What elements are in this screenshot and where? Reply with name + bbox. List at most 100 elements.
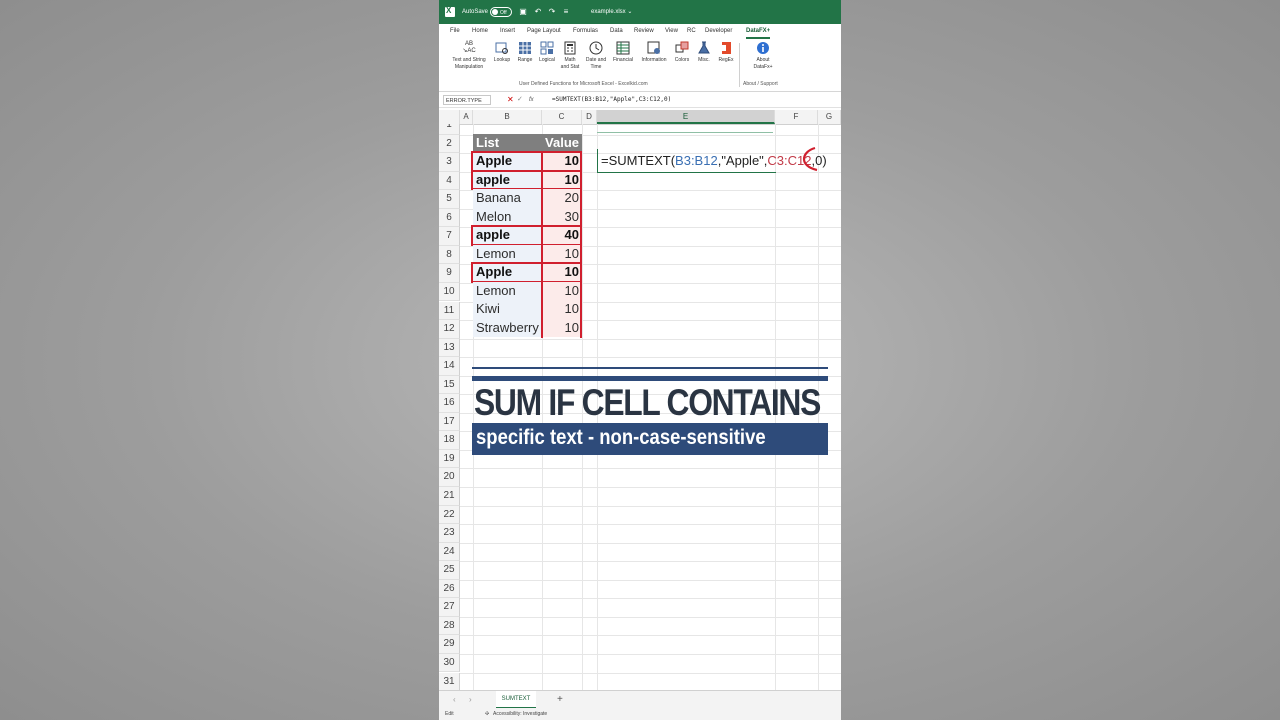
column-header-c[interactable]: C	[542, 110, 582, 124]
save-icon[interactable]: ▣	[518, 6, 528, 18]
row-header[interactable]: 31	[439, 672, 460, 690]
tab-view[interactable]: View	[665, 24, 678, 39]
table-cell-name[interactable]: Banana	[473, 189, 542, 208]
row-header[interactable]: 15	[439, 375, 460, 395]
table-cell-name[interactable]: Lemon	[473, 244, 542, 264]
customize-qat-icon[interactable]: ≡	[561, 6, 571, 18]
row-header[interactable]: 6	[439, 208, 460, 228]
colors-button[interactable]: Colors	[672, 41, 692, 64]
undo-icon[interactable]: ↶	[533, 6, 543, 18]
accessibility-icon[interactable]: ✣	[485, 708, 489, 720]
tab-home[interactable]: Home	[472, 24, 488, 39]
redo-icon[interactable]: ↷	[547, 6, 557, 18]
column-header-a[interactable]: A	[460, 110, 473, 124]
cell-edit-formula[interactable]: =SUMTEXT(B3:B12,"Apple",C3:C12,0)	[601, 153, 827, 168]
row-header[interactable]: 17	[439, 412, 460, 432]
row-header[interactable]: 1	[439, 124, 460, 135]
row-header[interactable]: 14	[439, 357, 460, 376]
tab-developer[interactable]: Developer	[705, 24, 732, 39]
table-cell-value[interactable]: 30	[542, 207, 582, 227]
lookup-button[interactable]: Lookup	[491, 41, 513, 64]
row-header[interactable]: 24	[439, 542, 460, 562]
row-header[interactable]: 27	[439, 598, 460, 617]
grid-row-line	[460, 579, 841, 581]
row-header[interactable]: 11	[439, 301, 460, 321]
row-header[interactable]: 3	[439, 153, 460, 172]
row-header[interactable]: 30	[439, 653, 460, 673]
date-and-time-button[interactable]: Date and Time	[583, 41, 609, 71]
table-cell-value[interactable]: 20	[542, 189, 582, 208]
row-header[interactable]: 4	[439, 171, 460, 191]
table-header-value[interactable]: Value	[542, 134, 582, 152]
row-header[interactable]: 20	[439, 468, 460, 487]
tab-data[interactable]: Data	[610, 24, 623, 39]
group-label-about: About / Support	[743, 81, 778, 87]
chevron-left-icon[interactable]: ‹	[453, 691, 456, 709]
row-header[interactable]: 8	[439, 245, 460, 265]
row-header[interactable]: 18	[439, 431, 460, 450]
row-header[interactable]: 10	[439, 282, 460, 302]
tab-file[interactable]: File	[450, 24, 460, 39]
tab-formulas[interactable]: Formulas	[573, 24, 598, 39]
chevron-right-icon[interactable]: ›	[469, 691, 472, 709]
range-button[interactable]: Range	[515, 41, 535, 64]
column-header-e[interactable]: E	[597, 110, 775, 124]
table-cell-value[interactable]: 10	[542, 244, 582, 264]
column-header-d[interactable]: D	[582, 110, 597, 124]
tab-rc[interactable]: RC	[687, 24, 696, 39]
table-cell-name[interactable]: Kiwi	[473, 300, 542, 319]
table-header-list[interactable]: List	[473, 134, 542, 152]
table-cell-name[interactable]: Lemon	[473, 281, 542, 301]
select-all-corner[interactable]	[439, 110, 460, 124]
row-header[interactable]: 9	[439, 264, 460, 283]
enter-icon[interactable]: ✓	[517, 95, 523, 105]
name-box[interactable]: ERROR.TYPE	[443, 95, 491, 105]
row-header[interactable]: 5	[439, 190, 460, 209]
cancel-icon[interactable]: ✕	[507, 95, 514, 105]
table-cell-name[interactable]: Melon	[473, 207, 542, 227]
button-label: RegEx	[718, 57, 734, 63]
row-header[interactable]: 16	[439, 394, 460, 413]
tab-page-layout[interactable]: Page Layout	[527, 24, 561, 39]
misc-button[interactable]: Misc.	[695, 41, 713, 64]
table-cell-value[interactable]: 10	[542, 318, 582, 338]
math-and-stat-button[interactable]: Math and Stat	[560, 41, 580, 71]
column-header-f[interactable]: F	[775, 110, 818, 124]
table-cell-value[interactable]: 10	[542, 281, 582, 301]
information-button[interactable]: Information	[637, 41, 671, 64]
regex-button[interactable]: RegEx	[716, 41, 736, 64]
tab-insert[interactable]: Insert	[500, 24, 515, 39]
worksheet-grid[interactable]: 1 2 3 4 5 6 7 8 9 10 11 12 13 14 15 16 17 18 19 20 21 22 23 24 2…	[439, 124, 841, 690]
row-header[interactable]: 29	[439, 635, 460, 654]
table-cell-name[interactable]: Strawberry	[473, 318, 542, 338]
financial-button[interactable]: Financial	[610, 41, 636, 64]
accessibility-status[interactable]: Accessibility: Investigate	[493, 708, 547, 720]
formula-input[interactable]: =SUMTEXT(B3:B12,"Apple",C3:C12,0)	[552, 95, 671, 105]
logical-button[interactable]: Logical	[537, 41, 557, 64]
row-header[interactable]: 7	[439, 227, 460, 246]
sheet-tab-sumtext[interactable]: SUMTEXT	[496, 691, 536, 709]
row-header[interactable]: 19	[439, 449, 460, 469]
row-header[interactable]: 21	[439, 487, 460, 506]
text-and-string-button[interactable]: AB ↘AC Text and String Manipulation	[448, 41, 490, 71]
row-header[interactable]: 12	[439, 320, 460, 339]
button-label: Lookup	[493, 57, 511, 63]
column-header-b[interactable]: B	[473, 110, 542, 124]
row-header[interactable]: 25	[439, 561, 460, 580]
row-header[interactable]: 2	[439, 134, 460, 154]
tab-review[interactable]: Review	[634, 24, 654, 39]
row-header[interactable]: 26	[439, 579, 460, 599]
about-datafx-button[interactable]: About DataFx+	[748, 41, 778, 71]
tab-datafx[interactable]: DataFX+	[746, 24, 771, 39]
row-header[interactable]: 22	[439, 505, 460, 525]
column-header-g[interactable]: G	[818, 110, 841, 124]
row-header[interactable]: 23	[439, 524, 460, 543]
insert-function-icon[interactable]: fx	[529, 95, 534, 105]
table-cell-value[interactable]: 10	[542, 300, 582, 319]
add-sheet-button[interactable]: +	[557, 691, 563, 709]
file-name[interactable]: example.xlsx ⌄	[591, 0, 632, 24]
autosave-toggle[interactable]: Off	[490, 7, 512, 17]
row-header[interactable]: 13	[439, 338, 460, 358]
highlight-box	[541, 225, 582, 246]
row-header[interactable]: 28	[439, 616, 460, 636]
